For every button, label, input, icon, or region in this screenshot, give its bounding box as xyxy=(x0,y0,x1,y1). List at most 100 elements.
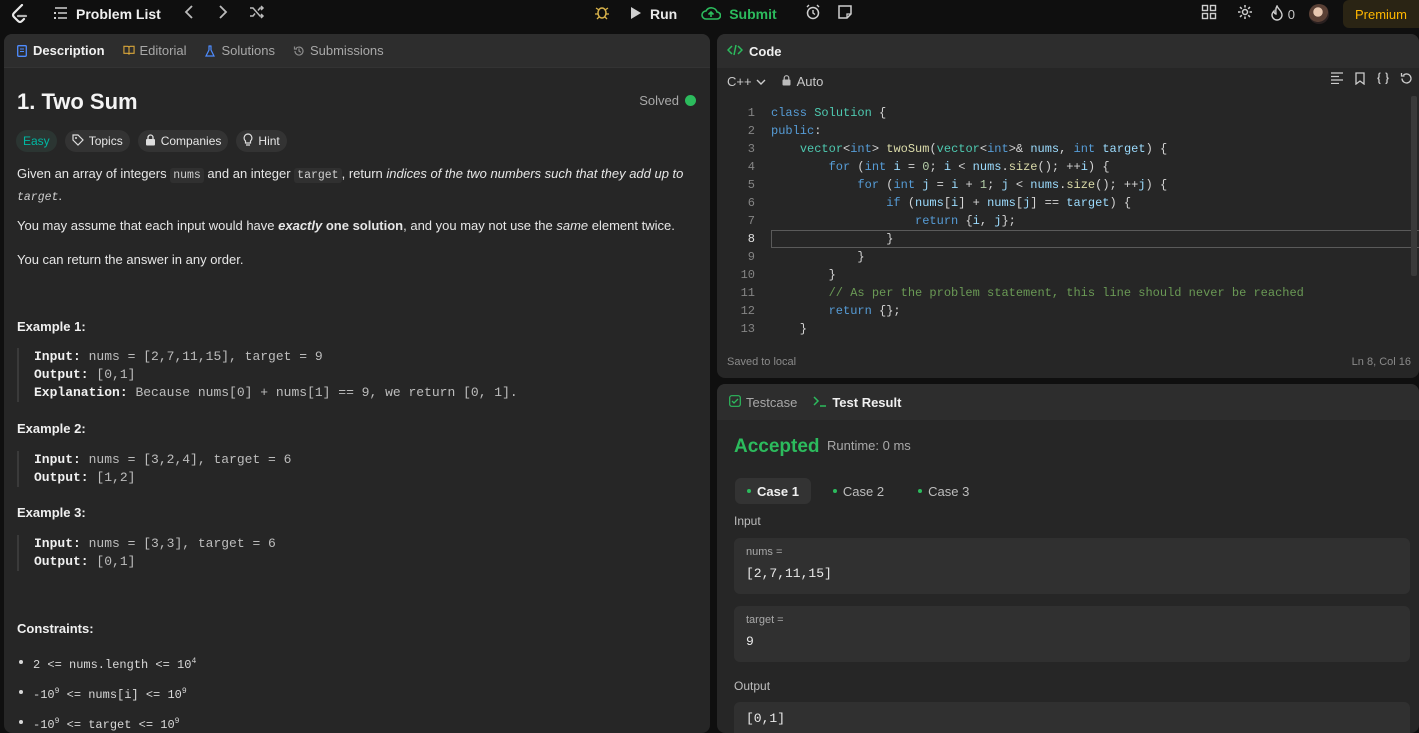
tab-testcase[interactable]: Testcase xyxy=(729,395,797,410)
prev-problem-button[interactable] xyxy=(177,2,201,26)
tab-description[interactable]: Description xyxy=(16,43,105,58)
streak-counter[interactable]: 0 xyxy=(1270,3,1295,24)
difficulty-badge: Easy xyxy=(16,130,57,152)
language-select[interactable]: C++ xyxy=(727,74,766,89)
cursor-position: Ln 8, Col 16 xyxy=(1351,356,1411,368)
line-number: 12 xyxy=(740,304,755,318)
history-icon xyxy=(293,45,305,57)
tab-description-label: Description xyxy=(33,43,105,58)
layout-icon xyxy=(1201,4,1217,25)
case-label: Case 1 xyxy=(757,483,799,499)
solved-status: Solved xyxy=(639,93,696,108)
lightbulb-icon xyxy=(243,133,253,149)
case-tab[interactable]: Case 2 xyxy=(821,478,896,504)
timer-button[interactable] xyxy=(799,2,827,26)
code-brackets-icon xyxy=(726,44,744,59)
layout-button[interactable] xyxy=(1198,3,1220,25)
code-toolbar: C++ Auto xyxy=(717,68,1419,94)
companies-chip[interactable]: Companies xyxy=(137,130,229,152)
avatar[interactable] xyxy=(1308,4,1329,24)
output-label: Output: xyxy=(34,367,89,382)
problem-list-button[interactable]: Problem List xyxy=(54,6,161,22)
input-value: nums = [3,2,4], target = 6 xyxy=(88,452,292,467)
lock-icon xyxy=(782,74,791,89)
inline-code: nums xyxy=(170,168,204,183)
leetcode-logo-icon[interactable] xyxy=(10,4,30,24)
line-number: 13 xyxy=(740,322,755,336)
streak-count: 0 xyxy=(1287,6,1295,22)
constraint-item: -109 <= target <= 109 xyxy=(17,712,196,733)
explanation-value: Because nums[0] + nums[1] == 9, we retur… xyxy=(135,385,518,400)
statement-text: and an integer xyxy=(203,166,295,181)
code-tab-label[interactable]: Code xyxy=(749,44,782,59)
output-heading: Output xyxy=(734,679,771,693)
run-button[interactable]: Run xyxy=(620,2,687,26)
notes-button[interactable] xyxy=(831,2,859,26)
constraint-text: -10 xyxy=(33,718,55,732)
statement-text: You may assume that each input would hav… xyxy=(17,218,279,233)
tab-solutions-label: Solutions xyxy=(221,43,275,58)
tab-solutions[interactable]: Solutions xyxy=(204,43,275,58)
submit-label: Submit xyxy=(729,6,777,22)
tab-submissions[interactable]: Submissions xyxy=(293,43,384,58)
example-3-heading: Example 3: xyxy=(17,505,86,520)
code-line: for (int i = 0; i < nums.size(); ++i) { xyxy=(828,160,1110,174)
format-icon[interactable] xyxy=(1330,72,1344,88)
constraints-list: 2 <= nums.length <= 104 -10 9 <= nums[i] … xyxy=(17,652,196,733)
next-problem-button[interactable] xyxy=(211,2,235,26)
editor-scrollbar[interactable] xyxy=(1411,96,1417,276)
example-1: Input: nums = [2,7,11,15], target = 9 Ou… xyxy=(17,348,697,402)
gear-icon xyxy=(1237,4,1253,25)
settings-button[interactable] xyxy=(1234,3,1256,25)
code-line: vector<int> twoSum(vector<int>& nums, in… xyxy=(799,142,1168,156)
explanation-label: Explanation: xyxy=(34,385,128,400)
example-1-heading: Example 1: xyxy=(17,319,86,334)
constraints-heading: Constraints: xyxy=(17,621,94,636)
tag-icon xyxy=(72,133,84,149)
code-comment: // As per the problem statement, this li… xyxy=(828,286,1304,300)
tab-test-result[interactable]: Test Result xyxy=(813,395,901,410)
code-line: class Solution { xyxy=(771,106,887,120)
random-problem-button[interactable] xyxy=(245,2,269,26)
constraint-text: 2 <= nums.length <= 10 xyxy=(33,658,192,672)
output-value: [0,1] xyxy=(746,711,786,726)
code-panel: Code C++ Auto 1 2 3 4 5 6 7 8 9 10 11 12… xyxy=(717,34,1419,378)
solved-label: Solved xyxy=(639,93,679,108)
hint-chip[interactable]: Hint xyxy=(236,130,287,152)
runtime: Runtime: 0 ms xyxy=(827,438,911,453)
tab-editorial[interactable]: Editorial xyxy=(122,43,186,58)
statement-emphasis: indices of the two numbers such that the… xyxy=(386,166,684,181)
save-status: Saved to local xyxy=(727,356,797,368)
target-input-box: target = 9 xyxy=(734,606,1410,662)
debug-button[interactable] xyxy=(588,2,616,26)
statement-text: element twice. xyxy=(588,218,675,233)
pass-dot-icon xyxy=(832,489,837,493)
submit-button[interactable]: Submit xyxy=(691,2,786,26)
auto-mode-label: Auto xyxy=(796,73,824,89)
shuffle-icon xyxy=(249,4,265,24)
nums-label: nums = xyxy=(746,546,783,558)
input-label: Input: xyxy=(34,536,81,551)
example-2: Input: nums = [3,2,4], target = 6 Output… xyxy=(17,451,697,487)
braces-icon[interactable] xyxy=(1376,72,1390,88)
output-label: Output: xyxy=(34,470,89,485)
tab-submissions-label: Submissions xyxy=(309,43,384,58)
output-value: [1,2] xyxy=(96,470,136,485)
code-editor[interactable]: 1 2 3 4 5 6 7 8 9 10 11 12 13 class Solu… xyxy=(717,104,1419,342)
terminal-icon xyxy=(813,395,827,410)
bookmark-icon[interactable] xyxy=(1354,72,1366,88)
problem-list-label: Problem List xyxy=(76,6,161,22)
statement-text: , return xyxy=(341,166,387,181)
topics-chip[interactable]: Topics xyxy=(64,130,130,152)
case-tab[interactable]: Case 3 xyxy=(906,478,981,504)
premium-button[interactable]: Premium xyxy=(1342,0,1419,28)
constraint-exponent: 9 xyxy=(181,687,187,696)
auto-mode-toggle[interactable]: Auto xyxy=(782,73,824,89)
case-label: Case 3 xyxy=(928,483,970,499)
constraint-text: -10 xyxy=(33,688,55,702)
language-value: C++ xyxy=(727,73,752,89)
case-tab[interactable]: Case 1 xyxy=(735,478,811,504)
reset-icon[interactable] xyxy=(1400,72,1413,88)
code-line: } xyxy=(771,250,865,264)
line-number: 2 xyxy=(747,124,755,138)
